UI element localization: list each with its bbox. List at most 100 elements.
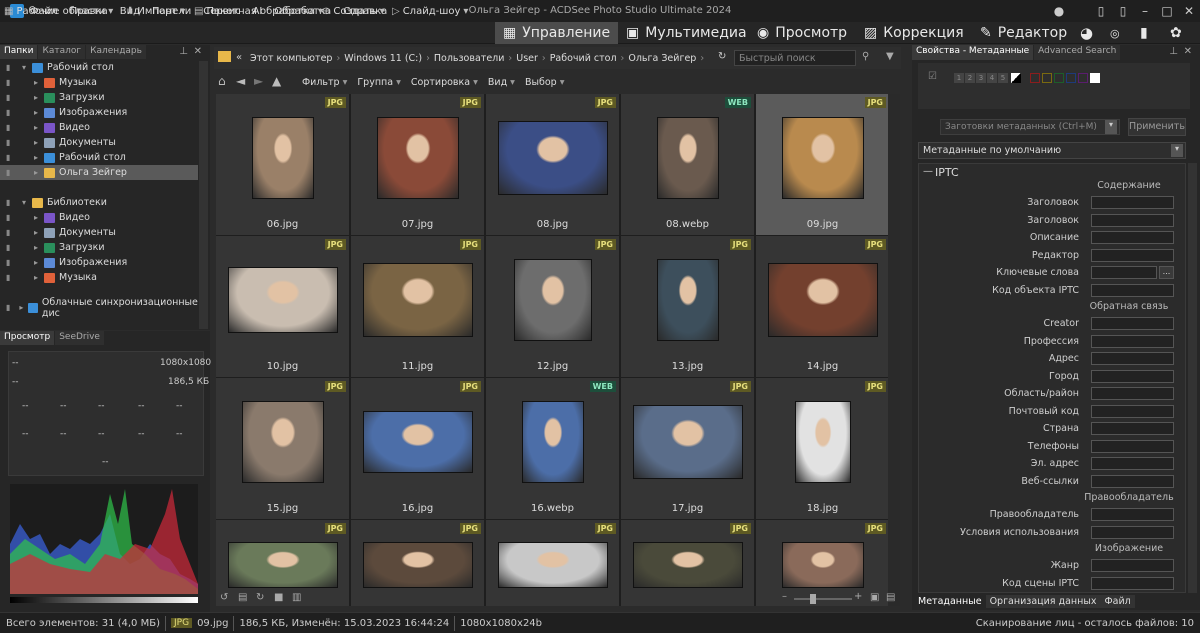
chevron-right-icon[interactable]: ▸ [34,228,44,237]
folder-tree-item[interactable]: ▮▸Ольга Зейгер [0,165,198,180]
thumbnail-item[interactable]: JPG15.jpg [216,378,349,519]
pin-icon[interactable]: ▮ [6,78,10,87]
rating-button[interactable]: 5 [998,73,1008,83]
filter-menu-item[interactable]: Выбор ▾ [525,77,565,88]
chevron-right-icon[interactable]: ▸ [34,213,44,222]
folder-tree-item[interactable]: ▮▸Облачные синхронизационные дис [0,300,198,315]
slideshow-button[interactable]: ▷Слайд-шоу▾ [392,3,471,19]
filter-menu-item[interactable]: Вид ▾ [488,77,515,88]
close-panel-icon[interactable]: ✕ [194,46,202,57]
refresh-icon[interactable]: ↻ [718,51,726,62]
chevron-right-icon[interactable]: › [426,53,430,64]
rotate-left-icon[interactable]: ↺ [220,592,228,603]
tab-organize[interactable]: Организация данных [986,595,1101,608]
color-label-swatch[interactable] [1030,73,1040,83]
metadata-field-input[interactable] [1091,214,1174,227]
folder-tree-item[interactable]: ▮▸Загрузки [0,90,198,105]
metadata-field-input[interactable] [1091,266,1157,279]
breadcrumb-item[interactable]: Пользователи [434,53,505,64]
metadata-field-input[interactable] [1091,457,1174,470]
metadata-field-input[interactable] [1091,475,1174,488]
tab-seedrive[interactable]: SeeDrive [55,331,104,345]
back-icon[interactable]: ◄ [236,74,245,88]
thumbnail-item[interactable]: JPG17.jpg [621,378,754,519]
folder-tree-item[interactable]: ▮▾Рабочий стол [0,60,198,75]
compare-icon[interactable]: ▥ [292,592,301,603]
zoom-slider-handle[interactable] [810,594,816,604]
folder-tree-item[interactable]: ▮▸Загрузки [0,240,198,255]
zoom-out-icon[interactable]: – [782,591,787,602]
home-icon[interactable]: ⌂ [218,74,226,88]
thumbnail-item[interactable]: JPG08.jpg [486,94,619,235]
pin-icon[interactable]: ⊥ [179,46,188,57]
keywords-picker-button[interactable]: ... [1159,266,1174,279]
stop-icon[interactable]: ■ [274,592,283,603]
tab-catalog[interactable]: Каталог [38,45,85,59]
chevron-right-icon[interactable]: ▸ [34,123,44,132]
breadcrumb-item[interactable]: Этот компьютер [250,53,332,64]
metadata-field-input[interactable] [1091,231,1174,244]
mode-edit[interactable]: ✎Редактор [980,22,1067,44]
people-icon[interactable]: ◕ [1080,22,1093,44]
mode-view[interactable]: ◉Просмотр [757,22,847,44]
chevron-right-icon[interactable]: ▸ [34,273,44,282]
filter-menu-item[interactable]: Фильтр ▾ [302,77,347,88]
chevron-right-icon[interactable]: ▸ [34,93,44,102]
pin-icon[interactable]: ▮ [6,198,10,207]
quick-search-input[interactable]: Быстрый поиск [734,50,856,66]
dashboard-icon[interactable]: ▮ [1140,22,1148,44]
pin-icon[interactable]: ▮ [6,63,10,72]
breadcrumb-item[interactable]: Рабочий стол [550,53,617,64]
filter-menu-item[interactable]: Группа ▾ [357,77,401,88]
list-view-icon[interactable]: ▤ [886,592,895,603]
forward-icon[interactable]: ► [254,74,263,88]
metadata-field-input[interactable] [1091,196,1174,209]
pin-icon[interactable]: ▮ [6,138,10,147]
workspaces-button[interactable]: ▦Рабочие области▾ [4,3,116,19]
365-icon[interactable]: ◎ [1110,22,1120,44]
chevron-right-icon[interactable]: ▸ [34,258,44,267]
tab-properties-metadata[interactable]: Свойства - Метаданные [912,45,1033,60]
thumbnail-item[interactable]: JPG09.jpg [756,94,888,235]
metadata-scrollbar[interactable] [1188,163,1197,593]
pin-icon[interactable]: ▮ [6,213,10,222]
rating-button[interactable]: 3 [976,73,986,83]
metadata-field-input[interactable] [1091,508,1174,521]
thumbnail-item[interactable]: JPG18.jpg [756,378,888,519]
rating-button[interactable]: 2 [965,73,975,83]
batch-rotate-icon[interactable]: ▤ [238,592,247,603]
batch-button[interactable]: ▤Пакетная обработка▾ [194,3,326,19]
rating-button[interactable]: 1 [954,73,964,83]
pin-icon[interactable]: ⊥ [1169,46,1178,57]
grid-scrollbar[interactable] [888,94,900,606]
folder-tree-item[interactable]: ▮▸Документы [0,135,198,150]
folder-tree-item[interactable]: ▮▸Документы [0,225,198,240]
tab-preview[interactable]: Просмотр [0,331,54,345]
chevron-right-icon[interactable]: ▸ [34,138,44,147]
collapse-icon[interactable]: — [923,166,933,177]
minimize-button[interactable]: – [1134,4,1156,18]
pin-icon[interactable]: ▮ [6,228,10,237]
chevron-down-icon[interactable]: ▾ [22,63,32,72]
tab-file[interactable]: Файл [1100,595,1134,608]
clear-rating-icon[interactable] [1011,73,1021,83]
folder-tree-item[interactable]: ▮▸Изображения [0,255,198,270]
thumbnail-item[interactable]: JPG07.jpg [351,94,484,235]
filter-icon[interactable]: ▼ [886,51,894,62]
pin-icon[interactable]: ▮ [6,93,10,102]
color-label-swatch[interactable] [1042,73,1052,83]
folder-tree-item[interactable]: ▮▸Видео [0,210,198,225]
breadcrumb-item[interactable]: Ольга Зейгер [628,53,696,64]
metadata-field-input[interactable] [1091,577,1174,590]
metadata-field-input[interactable] [1091,526,1174,539]
breadcrumb-item[interactable]: User [516,53,538,64]
chevron-right-icon[interactable]: ▸ [34,168,44,177]
back-crumbs-icon[interactable]: « [236,52,242,63]
chevron-right-icon[interactable]: ▸ [34,243,44,252]
metadata-field-input[interactable] [1091,284,1174,297]
chevron-right-icon[interactable]: › [700,53,704,64]
folder-tree-item[interactable]: ▮▸Видео [0,120,198,135]
tab-folders[interactable]: Папки [0,45,37,59]
metadata-field-input[interactable] [1091,405,1174,418]
metadata-field-input[interactable] [1091,559,1174,572]
